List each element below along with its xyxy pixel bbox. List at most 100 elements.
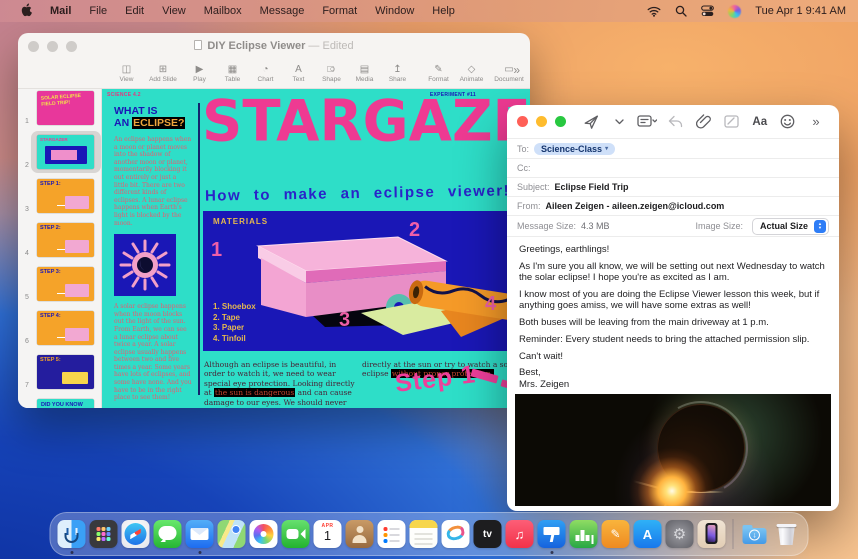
wifi-icon[interactable] bbox=[647, 6, 661, 17]
warning-paragraph-left: Although an eclipse is beautiful, in ord… bbox=[204, 360, 356, 409]
close-button[interactable] bbox=[28, 41, 39, 52]
media-button[interactable]: ▤Media bbox=[348, 64, 381, 83]
materials-panel: MATERIALS bbox=[203, 211, 525, 351]
dock-trash-icon[interactable] bbox=[773, 520, 801, 548]
dock-music-icon[interactable]: ♫ bbox=[506, 520, 534, 548]
dock-maps-icon[interactable] bbox=[218, 520, 246, 548]
view-button[interactable]: ◫View bbox=[110, 64, 143, 83]
dock-tv-icon[interactable]: tv bbox=[474, 520, 502, 548]
figure-number-1: 1 bbox=[211, 239, 222, 262]
menu-item-edit[interactable]: Edit bbox=[116, 5, 153, 17]
dock-calendar-icon[interactable]: APR1 bbox=[314, 520, 342, 548]
slide-number: 3 bbox=[25, 206, 29, 213]
slide-thumbnail-4[interactable]: 4 STEP 2: bbox=[37, 223, 95, 257]
more-toolbar-icon[interactable]: » bbox=[805, 114, 827, 129]
slide-canvas[interactable]: SCIENCE 4.2 EXPERIMENT #11 WHAT IS AN EC… bbox=[102, 89, 530, 408]
dock-numbers-icon[interactable] bbox=[570, 520, 598, 548]
dock-launchpad-icon[interactable] bbox=[90, 520, 118, 548]
menu-item-window[interactable]: Window bbox=[366, 5, 423, 17]
slide-thumbnail-7[interactable]: 7 STEP 5: bbox=[37, 355, 95, 389]
markup-button[interactable] bbox=[721, 115, 743, 128]
dock-freeform-icon[interactable] bbox=[442, 520, 470, 548]
slide-thumbnail-5[interactable]: 5 STEP 3: bbox=[37, 267, 95, 301]
to-field[interactable]: To: Science-Class▾ bbox=[507, 139, 839, 159]
mail-toolbar: Aa » bbox=[507, 105, 839, 139]
menu-item-view[interactable]: View bbox=[153, 5, 195, 17]
slide-navigator: 1 SOLAR ECLIPSE FIELD TRIP! 2 STARGAZER … bbox=[18, 89, 102, 408]
format-button[interactable]: Aa bbox=[749, 116, 771, 128]
siri-icon[interactable] bbox=[728, 5, 741, 18]
header-fields-button[interactable] bbox=[636, 115, 658, 128]
text-button[interactable]: AText bbox=[282, 64, 315, 83]
dock-downloads-icon[interactable]: ↓ bbox=[741, 520, 769, 548]
dock-contacts-icon[interactable] bbox=[346, 520, 374, 548]
dock-photos-icon[interactable] bbox=[250, 520, 278, 548]
more-toolbar-icon[interactable]: » bbox=[513, 63, 520, 77]
animate-button[interactable]: ◇Animate bbox=[455, 64, 488, 83]
slide-thumbnail-8[interactable]: 8 DID YOU KNOW bbox=[37, 399, 95, 408]
slide-number: 1 bbox=[25, 118, 29, 125]
format-button[interactable]: ✎Format bbox=[422, 64, 455, 83]
search-icon[interactable] bbox=[675, 5, 687, 17]
dock-app-store-icon[interactable]: A bbox=[634, 520, 662, 548]
document-button[interactable]: ▭Document bbox=[488, 64, 530, 83]
share-button[interactable]: ↥Share bbox=[381, 64, 414, 83]
attach-button[interactable] bbox=[693, 114, 715, 130]
eclipse-sun-illustration bbox=[114, 234, 176, 296]
subject-field[interactable]: Subject: Eclipse Field Trip bbox=[507, 178, 839, 197]
table-button[interactable]: ▦Table bbox=[216, 64, 249, 83]
dock-keynote-icon[interactable] bbox=[538, 520, 566, 548]
dock-messages-icon[interactable] bbox=[154, 520, 182, 548]
slide-subtitle: How to make an eclipse viewer! bbox=[205, 182, 510, 204]
from-field[interactable]: From: Aileen Zeigen - aileen.zeigen@iclo… bbox=[507, 197, 839, 216]
dock-iphone-mirroring-icon[interactable] bbox=[698, 520, 726, 548]
shape-button[interactable]: □○Shape bbox=[315, 64, 348, 83]
close-button[interactable] bbox=[517, 116, 528, 127]
media-icon: ▤ bbox=[360, 64, 369, 75]
play-button[interactable]: ▶Play bbox=[183, 64, 216, 83]
menu-item-format[interactable]: Format bbox=[313, 5, 366, 17]
dock-finder-icon[interactable] bbox=[58, 520, 86, 548]
slide-number: 6 bbox=[25, 338, 29, 345]
dock-pages-icon[interactable]: ✎ bbox=[602, 520, 630, 548]
reply-icon[interactable] bbox=[664, 115, 686, 128]
menu-item-mail[interactable]: Mail bbox=[41, 5, 80, 17]
send-button[interactable] bbox=[580, 114, 602, 130]
dock-safari-icon[interactable] bbox=[122, 520, 150, 548]
menu-item-message[interactable]: Message bbox=[251, 5, 314, 17]
add-slide-button[interactable]: ⊞Add Slide bbox=[143, 64, 183, 83]
dock-reminders-icon[interactable] bbox=[378, 520, 406, 548]
apple-menu-icon[interactable] bbox=[12, 3, 41, 20]
eclipse-photo-attachment[interactable] bbox=[515, 394, 831, 506]
menu-item-help[interactable]: Help bbox=[423, 5, 464, 17]
menu-item-mailbox[interactable]: Mailbox bbox=[195, 5, 251, 17]
send-options-chevron-icon[interactable] bbox=[608, 119, 630, 125]
zoom-button[interactable] bbox=[66, 41, 77, 52]
chart-button[interactable]: ◔Chart bbox=[249, 64, 282, 83]
cc-field[interactable]: Cc: bbox=[507, 159, 839, 178]
keynote-window-title: DIY Eclipse Viewer — Edited bbox=[18, 40, 530, 52]
emoji-button[interactable] bbox=[777, 114, 799, 129]
dock: APR1 tv ♫ ✎ A ⚙ ↓ bbox=[50, 512, 809, 556]
menu-bar-clock[interactable]: Tue Apr 1 9:41 AM bbox=[755, 5, 846, 17]
dock-mail-icon[interactable] bbox=[186, 520, 214, 548]
slide-thumbnail-1[interactable]: 1 SOLAR ECLIPSE FIELD TRIP! bbox=[37, 91, 95, 125]
chart-icon: ◔ bbox=[262, 64, 268, 75]
minimize-button[interactable] bbox=[536, 116, 547, 127]
menu-item-file[interactable]: File bbox=[80, 5, 116, 17]
message-body[interactable]: Greetings, earthlings! As I'm sure you a… bbox=[507, 237, 839, 393]
minimize-button[interactable] bbox=[47, 41, 58, 52]
shape-icon: □○ bbox=[327, 64, 335, 75]
share-icon: ↥ bbox=[393, 64, 401, 75]
control-center-icon[interactable] bbox=[701, 5, 714, 17]
dock-system-settings-icon[interactable]: ⚙ bbox=[666, 520, 694, 548]
slide-thumbnail-6[interactable]: 6 STEP 4: bbox=[37, 311, 95, 345]
image-size-popup[interactable]: Actual Size ▲▼ bbox=[752, 218, 829, 235]
slide-thumbnail-3[interactable]: 3 STEP 1: bbox=[37, 179, 95, 213]
recipient-token[interactable]: Science-Class▾ bbox=[534, 143, 615, 155]
slide-thumbnail-2-selected[interactable]: 2 STARGAZER bbox=[37, 135, 95, 169]
dock-notes-icon[interactable] bbox=[410, 520, 438, 548]
table-icon: ▦ bbox=[228, 64, 237, 75]
zoom-button[interactable] bbox=[555, 116, 566, 127]
dock-facetime-icon[interactable] bbox=[282, 520, 310, 548]
